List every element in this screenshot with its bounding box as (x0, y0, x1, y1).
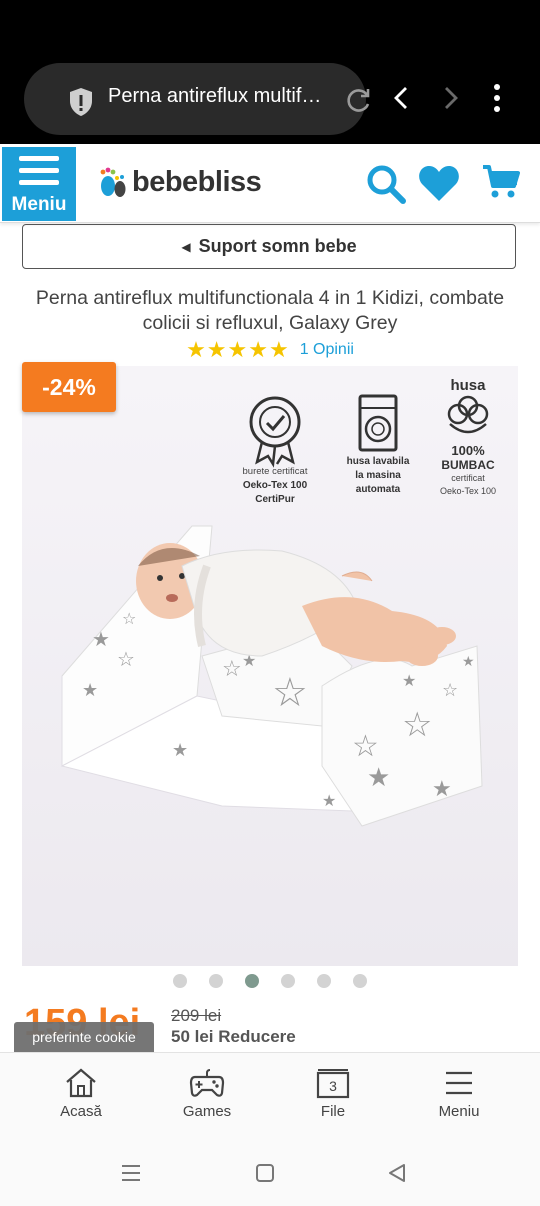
status-bar (0, 0, 540, 60)
svg-text:★: ★ (92, 627, 110, 651)
cart-icon[interactable] (482, 164, 520, 200)
nav-files-label: File (320, 1103, 346, 1120)
home-icon (66, 1068, 96, 1098)
svg-text:☆: ☆ (122, 609, 136, 628)
nav-games-label: Games (182, 1103, 232, 1120)
menu-button[interactable]: Meniu (2, 147, 76, 221)
svg-text:100%: 100% (451, 443, 485, 458)
product-image[interactable]: burete certificat Oeko-Tex 100 CertiPur … (22, 366, 518, 966)
svg-text:★: ★ (367, 763, 390, 793)
cookie-preferences-button[interactable]: preferinte cookie (14, 1022, 154, 1052)
nav-menu[interactable]: Meniu (409, 1067, 509, 1120)
recent-apps-icon[interactable] (120, 1162, 142, 1184)
svg-text:la masina: la masina (355, 470, 401, 481)
gallery-dot[interactable] (209, 974, 223, 988)
gallery-dot[interactable] (173, 974, 187, 988)
site-logo[interactable]: bebebliss (98, 162, 262, 202)
reload-icon[interactable] (344, 87, 372, 115)
svg-text:certificat: certificat (451, 473, 485, 483)
gamepad-icon (189, 1069, 225, 1097)
svg-text:☆: ☆ (272, 670, 308, 716)
svg-text:Oeko-Tex 100: Oeko-Tex 100 (243, 480, 308, 491)
home-button-icon[interactable] (254, 1162, 276, 1184)
hamburger-icon (19, 156, 59, 188)
nav-home-label: Acasă (60, 1103, 102, 1120)
svg-text:Oeko-Tex 100: Oeko-Tex 100 (440, 486, 496, 496)
shield-icon[interactable] (68, 87, 94, 117)
nav-files[interactable]: 3 File (283, 1067, 383, 1120)
gallery-pagination (0, 974, 540, 988)
discount-amount: 50 lei Reducere (171, 1027, 296, 1046)
more-options-icon[interactable] (486, 82, 508, 114)
page-title-text: Perna antireflux multifunctionala 4 in 1… (108, 85, 328, 107)
product-illustration: burete certificat Oeko-Tex 100 CertiPur … (22, 366, 518, 966)
tabs-icon: 3 (316, 1069, 350, 1099)
menu-icon (446, 1071, 472, 1095)
caret-left-icon: ◀ (181, 239, 191, 254)
gallery-dot-active[interactable] (245, 974, 259, 988)
gallery-dot[interactable] (353, 974, 367, 988)
svg-text:husa: husa (450, 377, 486, 394)
nav-games[interactable]: Games (157, 1067, 257, 1120)
nav-menu-label: Meniu (438, 1103, 480, 1120)
gallery-dot[interactable] (317, 974, 331, 988)
svg-text:★: ★ (402, 671, 416, 690)
svg-text:husa lavabila: husa lavabila (347, 456, 410, 467)
svg-text:★: ★ (462, 654, 475, 670)
product-title: Perna antireflux multifunctionala 4 in 1… (35, 287, 505, 334)
old-price: 209 lei (171, 1006, 222, 1025)
menu-button-label: Meniu (11, 194, 67, 215)
breadcrumb-label: Suport somn bebe (198, 236, 357, 256)
gallery-dot[interactable] (281, 974, 295, 988)
svg-text:★: ★ (432, 777, 452, 802)
svg-text:★: ★ (322, 791, 336, 810)
rating-row: ★★★★★ 1 Opinii (0, 337, 540, 363)
system-navigation-bar (0, 1138, 540, 1206)
site-header: Meniu bebebliss (0, 144, 540, 223)
svg-text:☆: ☆ (442, 680, 458, 701)
reviews-link[interactable]: 1 Opinii (300, 341, 354, 359)
wishlist-heart-icon[interactable] (418, 164, 460, 202)
svg-text:☆: ☆ (222, 657, 242, 682)
address-bar[interactable]: Perna antireflux multifunctionala 4 in 1… (24, 63, 370, 135)
category-breadcrumb-button[interactable]: ◀ Suport somn bebe (22, 224, 516, 269)
svg-text:☆: ☆ (402, 705, 432, 745)
svg-text:burete certificat: burete certificat (243, 466, 308, 477)
footprints-icon (100, 167, 126, 197)
logo-text: bebebliss (132, 165, 262, 198)
browser-bottom-nav: Acasă Games 3 File Meniu (0, 1052, 540, 1139)
svg-text:3: 3 (329, 1078, 337, 1094)
svg-text:★: ★ (172, 740, 188, 761)
svg-text:★: ★ (82, 680, 98, 701)
forward-icon[interactable] (438, 85, 462, 111)
search-icon[interactable] (366, 164, 406, 204)
browser-toolbar: Perna antireflux multifunctionala 4 in 1… (0, 60, 540, 144)
svg-text:CertiPur: CertiPur (255, 494, 295, 505)
system-back-icon[interactable] (386, 1162, 408, 1184)
svg-text:automata: automata (356, 484, 401, 495)
svg-text:BUMBAC: BUMBAC (441, 458, 495, 472)
back-icon[interactable] (390, 85, 414, 111)
svg-text:☆: ☆ (117, 647, 135, 671)
nav-home[interactable]: Acasă (31, 1067, 131, 1120)
rating-stars: ★★★★★ (186, 337, 290, 362)
discount-badge: -24% (22, 362, 116, 412)
svg-text:☆: ☆ (352, 729, 379, 764)
